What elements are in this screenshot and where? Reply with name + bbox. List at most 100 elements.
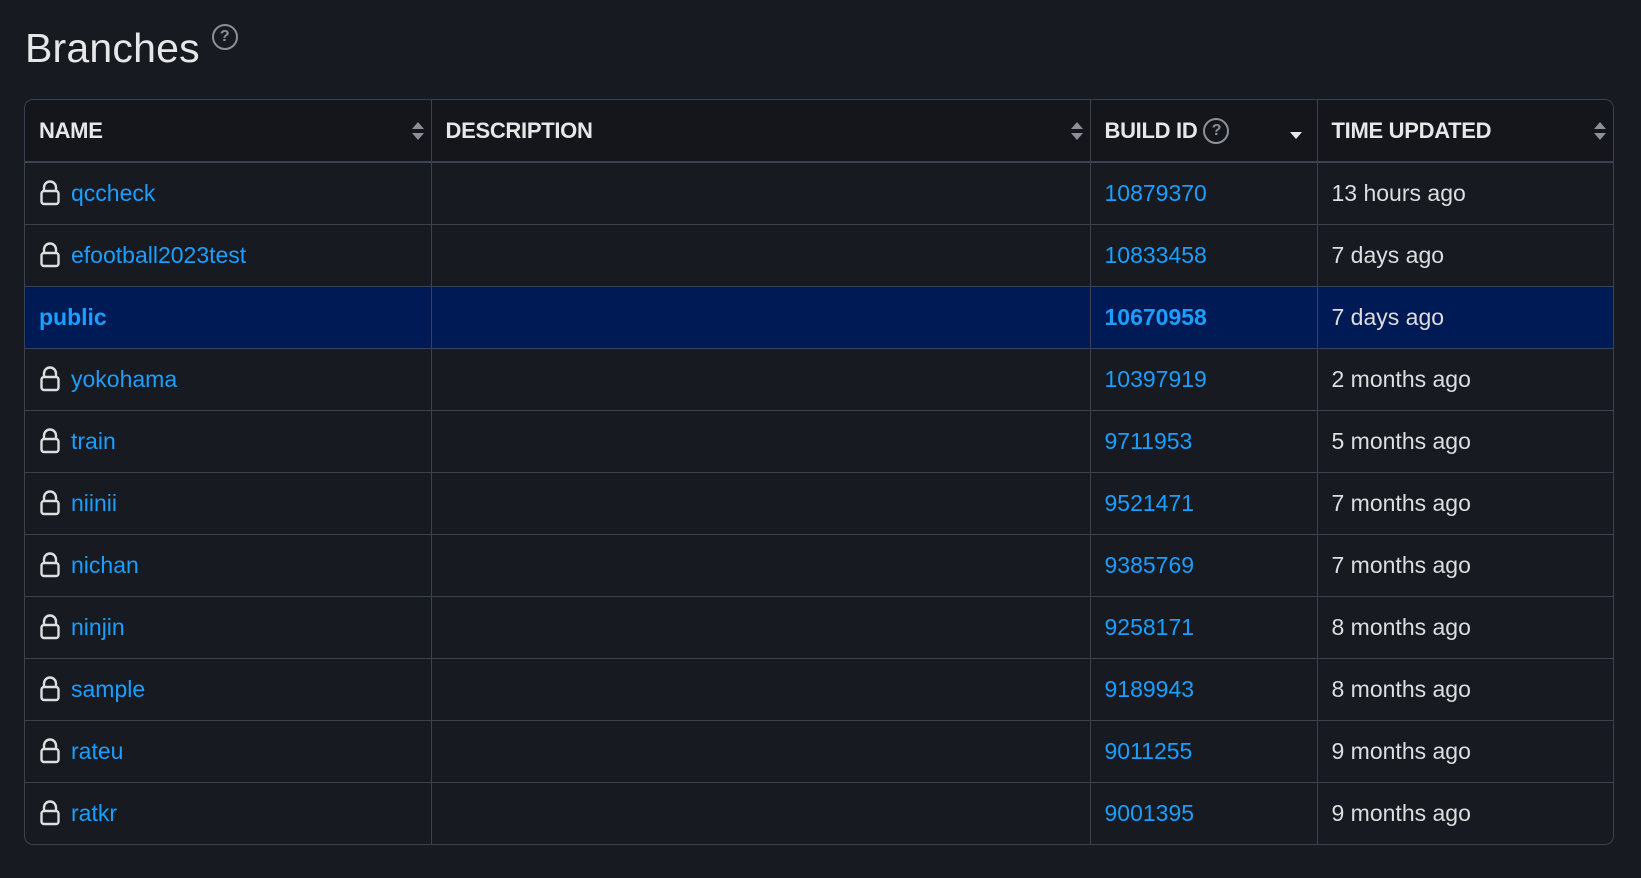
build-id-link[interactable]: 9521471 — [1105, 490, 1195, 516]
column-header-label: BUILD ID — [1104, 117, 1198, 143]
cell-build-id: 10833458 — [1090, 224, 1318, 286]
cell-time-updated: 8 months ago — [1317, 596, 1613, 658]
branch-name-link[interactable]: train — [71, 428, 116, 455]
build-id-link[interactable]: 10397919 — [1105, 366, 1207, 392]
column-header-label: TIME UPDATED — [1331, 117, 1492, 143]
build-id-link[interactable]: 9385769 — [1105, 552, 1195, 578]
time-updated: 8 months ago — [1331, 613, 1471, 640]
table-header-row: NAME DESCRIPTION BUILD ID ? TIME UPDATED — [25, 100, 1613, 162]
cell-description — [431, 720, 1091, 782]
sort-both-icon[interactable] — [1070, 120, 1084, 142]
help-icon[interactable]: ? — [1203, 117, 1230, 144]
cell-description — [431, 472, 1091, 534]
time-updated: 7 days ago — [1331, 303, 1445, 330]
branch-name-link[interactable]: ratkr — [71, 800, 117, 827]
table-row[interactable]: nichan 9385769 7 months ago — [25, 534, 1613, 596]
branch-name-link[interactable]: niinii — [71, 490, 117, 517]
cell-description — [431, 162, 1091, 224]
cell-build-id: 10879370 — [1090, 162, 1318, 224]
column-header-label: NAME — [39, 117, 103, 143]
table-row[interactable]: ninjin 9258171 8 months ago — [25, 596, 1613, 658]
build-id-link[interactable]: 10833458 — [1105, 242, 1207, 268]
cell-build-id: 10670958 — [1090, 286, 1318, 348]
build-id-link[interactable]: 9001395 — [1105, 800, 1195, 826]
sort-both-icon[interactable] — [1593, 120, 1607, 142]
table-row[interactable]: ratkr 9001395 9 months ago — [25, 782, 1613, 844]
cell-build-id: 9011255 — [1090, 720, 1318, 782]
lock-icon — [40, 180, 60, 206]
cell-description — [431, 348, 1091, 410]
cell-name: ratkr — [25, 782, 432, 844]
column-header-description[interactable]: DESCRIPTION — [431, 100, 1091, 162]
lock-icon — [40, 366, 60, 392]
cell-name: public — [25, 286, 432, 348]
time-updated: 9 months ago — [1331, 737, 1471, 764]
cell-name: train — [25, 410, 432, 472]
cell-time-updated: 7 days ago — [1317, 286, 1613, 348]
branch-name-link[interactable]: public — [39, 304, 107, 331]
cell-build-id: 9521471 — [1090, 472, 1318, 534]
time-updated: 7 months ago — [1331, 551, 1471, 578]
branch-name-link[interactable]: ninjin — [71, 614, 125, 641]
cell-time-updated: 7 days ago — [1317, 224, 1613, 286]
column-header-time-updated[interactable]: TIME UPDATED — [1317, 100, 1613, 162]
cell-build-id: 9385769 — [1090, 534, 1318, 596]
cell-time-updated: 13 hours ago — [1317, 162, 1613, 224]
cell-build-id: 9711953 — [1090, 410, 1318, 472]
branch-name-link[interactable]: sample — [71, 676, 145, 703]
cell-name: rateu — [25, 720, 432, 782]
cell-description — [431, 658, 1091, 720]
branch-name-link[interactable]: qccheck — [71, 180, 155, 207]
table-row[interactable]: qccheck 10879370 13 hours ago — [25, 162, 1613, 224]
lock-icon — [40, 490, 60, 516]
sort-both-icon[interactable] — [411, 120, 425, 142]
branch-name-link[interactable]: yokohama — [71, 366, 177, 393]
cell-description — [431, 534, 1091, 596]
cell-name: qccheck — [25, 162, 432, 224]
branch-name-link[interactable]: nichan — [71, 552, 139, 579]
time-updated: 8 months ago — [1331, 675, 1471, 702]
table-row[interactable]: yokohama 10397919 2 months ago — [25, 348, 1613, 410]
table-row[interactable]: sample 9189943 8 months ago — [25, 658, 1613, 720]
lock-icon — [40, 614, 60, 640]
cell-name: niinii — [25, 472, 432, 534]
page-title: Branches — [25, 25, 200, 71]
lock-icon — [40, 676, 60, 702]
table-row[interactable]: public 10670958 7 days ago — [25, 286, 1613, 348]
cell-name: yokohama — [25, 348, 432, 410]
branch-name-link[interactable]: efootball2023test — [71, 242, 246, 269]
table-row[interactable]: niinii 9521471 7 months ago — [25, 472, 1613, 534]
cell-time-updated: 9 months ago — [1317, 782, 1613, 844]
time-updated: 5 months ago — [1331, 427, 1471, 454]
table-row[interactable]: rateu 9011255 9 months ago — [25, 720, 1613, 782]
cell-build-id: 9258171 — [1090, 596, 1318, 658]
cell-time-updated: 8 months ago — [1317, 658, 1613, 720]
cell-build-id: 9001395 — [1090, 782, 1318, 844]
column-header-build-id[interactable]: BUILD ID ? — [1090, 100, 1318, 162]
cell-name: nichan — [25, 534, 432, 596]
build-id-link[interactable]: 9011255 — [1105, 738, 1193, 764]
cell-name: sample — [25, 658, 432, 720]
time-updated: 2 months ago — [1331, 365, 1471, 392]
lock-icon — [40, 738, 60, 764]
build-id-link[interactable]: 9189943 — [1105, 676, 1195, 702]
cell-time-updated: 2 months ago — [1317, 348, 1613, 410]
branch-name-link[interactable]: rateu — [71, 738, 123, 765]
cell-build-id: 9189943 — [1090, 658, 1318, 720]
column-header-name[interactable]: NAME — [25, 100, 432, 162]
build-id-link[interactable]: 10879370 — [1105, 180, 1207, 206]
time-updated: 13 hours ago — [1331, 179, 1466, 206]
build-id-link[interactable]: 10670958 — [1105, 304, 1207, 330]
build-id-link[interactable]: 9711953 — [1105, 428, 1193, 454]
lock-icon — [40, 242, 60, 268]
build-id-link[interactable]: 9258171 — [1105, 614, 1195, 640]
column-header-label: DESCRIPTION — [445, 117, 593, 143]
sort-descending-icon[interactable] — [1289, 130, 1303, 140]
table-row[interactable]: train 9711953 5 months ago — [25, 410, 1613, 472]
cell-time-updated: 5 months ago — [1317, 410, 1613, 472]
table-row[interactable]: efootball2023test 10833458 7 days ago — [25, 224, 1613, 286]
help-icon[interactable]: ? — [211, 24, 238, 50]
branches-table: NAME DESCRIPTION BUILD ID ? TIME UPDATED… — [24, 99, 1614, 845]
cell-name: efootball2023test — [25, 224, 432, 286]
cell-description — [431, 596, 1091, 658]
